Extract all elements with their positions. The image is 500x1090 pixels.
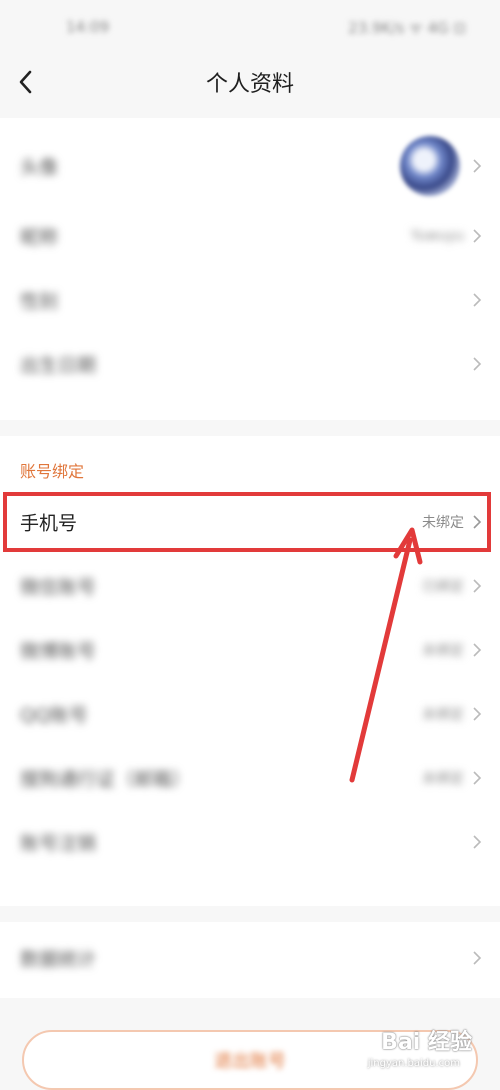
baidu-watermark-logo: Bai 经验 xyxy=(381,1030,472,1055)
wechat-status: 已绑定 xyxy=(422,579,464,595)
chevron-right-icon xyxy=(473,835,482,849)
qq-status: 未绑定 xyxy=(422,707,464,723)
account-cancel-label: 账号注销 xyxy=(20,832,97,855)
account-cancel-row[interactable]: 账号注销 xyxy=(0,812,500,872)
chevron-right-icon xyxy=(473,579,482,593)
weibo-label: 微博账号 xyxy=(20,640,97,663)
nickname-row[interactable]: 昵称 Yuwuyu xyxy=(0,206,500,266)
page-title: 个人资料 xyxy=(205,72,294,97)
avatar-label: 头像 xyxy=(20,156,59,179)
phone-row[interactable]: 手机号 未绑定 xyxy=(0,494,500,550)
stats-label: 数据统计 xyxy=(20,948,97,971)
nickname-label: 昵称 xyxy=(20,226,59,249)
chevron-right-icon xyxy=(473,951,482,965)
stats-row[interactable]: 数据统计 xyxy=(0,928,500,988)
nickname-value: Yuwuyu xyxy=(410,228,464,244)
chevron-right-icon xyxy=(473,707,482,721)
birthday-row[interactable]: 出生日期 xyxy=(0,334,500,394)
weibo-status: 未绑定 xyxy=(422,643,464,659)
chevron-right-icon xyxy=(473,515,482,529)
birthday-label: 出生日期 xyxy=(20,354,97,377)
phone-status: 未绑定 xyxy=(422,515,464,531)
nav-bar: 个人资料 xyxy=(0,58,500,106)
chevron-right-icon xyxy=(473,293,482,307)
profile-card: 头像 昵称 Yuwuyu 性别 出生日期 xyxy=(0,118,500,420)
gender-row[interactable]: 性别 xyxy=(0,270,500,330)
wechat-row[interactable]: 微信账号 已绑定 xyxy=(0,556,500,616)
chevron-right-icon xyxy=(473,771,482,785)
chevron-right-icon xyxy=(473,643,482,657)
qq-row[interactable]: QQ账号 未绑定 xyxy=(0,684,500,744)
section-title-account-binding: 账号绑定 xyxy=(20,462,85,481)
weibo-row[interactable]: 微博账号 未绑定 xyxy=(0,620,500,680)
sogou-row[interactable]: 搜狗通行证（邮箱） 未绑定 xyxy=(0,748,500,808)
sogou-label: 搜狗通行证（邮箱） xyxy=(20,768,192,791)
chevron-right-icon xyxy=(473,159,482,173)
status-time: 14:09 xyxy=(66,18,110,36)
sogou-status: 未绑定 xyxy=(422,771,464,787)
qq-label: QQ账号 xyxy=(20,704,88,727)
avatar xyxy=(400,136,460,196)
chevron-right-icon xyxy=(473,357,482,371)
gender-label: 性别 xyxy=(20,290,59,313)
chevron-right-icon xyxy=(473,229,482,243)
status-bar: 14:09 23.9K/s ᯤ 4G ⊡ xyxy=(0,0,500,62)
avatar-row[interactable]: 头像 xyxy=(0,128,500,204)
stats-card: 数据统计 xyxy=(0,922,500,998)
baidu-watermark-url: jingyan.baidu.com xyxy=(367,1058,460,1069)
binding-card: 手机号 未绑定 微信账号 已绑定 微博账号 未绑定 QQ账号 未绑定 搜狗通行证… xyxy=(0,436,500,906)
wechat-label: 微信账号 xyxy=(20,576,97,599)
status-icons: 23.9K/s ᯤ 4G ⊡ xyxy=(348,19,466,37)
phone-label: 手机号 xyxy=(20,512,78,535)
